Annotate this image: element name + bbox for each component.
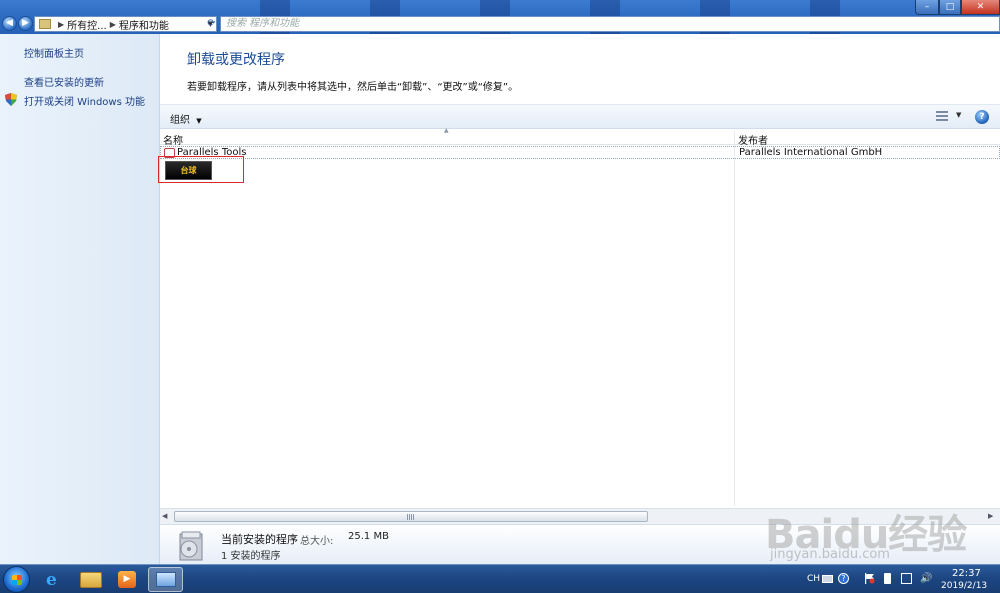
address-bar[interactable]: ▶ 所有控... ▶ 程序和功能 ▼ — [34, 16, 217, 32]
sidebar: 控制面板主页 查看已安装的更新 打开或关闭 Windows 功能 — [0, 34, 160, 564]
maximize-button[interactable]: □ — [939, 0, 961, 15]
main-panel: 卸载或更改程序 若要卸载程序，请从列表中将其选中，然后单击“卸载”、“更改”或“… — [158, 34, 1000, 564]
scrollbar-thumb[interactable] — [174, 511, 648, 522]
details-pane: 当前安装的程序 总大小: 25.1 MB 1 安装的程序 — [160, 524, 1000, 564]
minimize-button[interactable]: – — [915, 0, 939, 15]
column-header-publisher[interactable]: 发布者 — [738, 132, 768, 147]
internet-explorer-icon: e — [46, 570, 57, 590]
horizontal-scrollbar[interactable]: ◀ ▶ — [160, 508, 1000, 524]
refresh-icon[interactable]: ⟳ — [205, 17, 218, 30]
view-options-icon[interactable] — [936, 111, 948, 122]
forward-arrow-icon: ▶ — [22, 18, 29, 28]
column-header-row: ▲ 名称 发布者 — [160, 127, 1000, 147]
clock-date[interactable]: 2019/2/13 — [941, 581, 987, 591]
sidebar-item-view-installed-updates[interactable]: 查看已安装的更新 — [24, 74, 104, 89]
page-description: 若要卸载程序，请从列表中将其选中，然后单击“卸载”、“更改”或“修复”。 — [187, 82, 519, 93]
taskbar-internet-explorer[interactable]: e — [37, 567, 72, 592]
view-dropdown-icon[interactable]: ▼ — [956, 111, 961, 119]
breadcrumb-programs-features[interactable]: 程序和功能 — [119, 17, 169, 32]
annotation-highlight-box — [158, 156, 244, 183]
details-title: 当前安装的程序 — [221, 533, 298, 546]
sidebar-item-control-panel-home[interactable]: 控制面板主页 — [24, 45, 84, 60]
action-center-flag-icon[interactable] — [864, 573, 875, 584]
column-header-name[interactable]: 名称 — [163, 132, 183, 147]
battery-icon[interactable] — [884, 573, 891, 584]
details-size-value: 25.1 MB — [348, 531, 389, 542]
title-bar: ◀ ▶ ▶ 所有控... ▶ 程序和功能 ▼ ⟳ 搜索 程序和功能 – □ ✕ — [0, 0, 1000, 34]
uac-shield-icon — [5, 93, 17, 106]
sort-arrow-icon: ▲ — [444, 127, 449, 134]
breadcrumb-separator-icon: ▶ — [109, 19, 116, 29]
folder-icon — [80, 572, 102, 588]
forward-button[interactable]: ▶ — [18, 16, 33, 31]
chevron-down-icon: ▼ — [196, 117, 202, 125]
organize-label: 组织 — [170, 115, 190, 126]
table-row[interactable]: Parallels Tools Parallels International … — [160, 146, 1000, 159]
scroll-left-icon[interactable]: ◀ — [162, 512, 167, 520]
clock-time[interactable]: 22:37 — [952, 568, 981, 579]
program-publisher: Parallels International GmbH — [739, 147, 883, 158]
network-icon[interactable] — [901, 573, 912, 584]
breadcrumb-separator-icon: ▶ — [58, 19, 65, 29]
scroll-right-icon[interactable]: ▶ — [988, 512, 993, 520]
taskbar: e ▶ CH ? 🔊 22:37 2019/2/13 — [0, 564, 1000, 593]
folder-icon — [39, 19, 51, 29]
taskbar-control-panel[interactable] — [148, 567, 183, 592]
control-panel-icon — [156, 572, 176, 587]
close-button[interactable]: ✕ — [961, 0, 1000, 15]
command-bar: 组织 ▼ ▼ ? — [160, 104, 1000, 129]
taskbar-media-player[interactable]: ▶ — [110, 567, 145, 592]
organize-button[interactable]: 组织 ▼ — [170, 111, 202, 126]
details-count: 1 安装的程序 — [221, 551, 281, 562]
start-button[interactable] — [3, 566, 30, 593]
breadcrumb-all-control-panel[interactable]: 所有控... — [67, 17, 107, 32]
taskbar-file-explorer[interactable] — [74, 567, 109, 592]
keyboard-icon[interactable] — [822, 575, 833, 583]
back-arrow-icon: ◀ — [6, 18, 13, 28]
media-player-icon: ▶ — [118, 571, 136, 588]
windows-logo-icon — [12, 575, 22, 585]
page-title: 卸载或更改程序 — [187, 52, 285, 68]
scrollbar-grip — [407, 514, 415, 520]
help-icon[interactable]: ? — [975, 110, 989, 124]
tray-help-icon[interactable]: ? — [838, 573, 849, 584]
installed-programs-icon — [179, 531, 203, 561]
back-button[interactable]: ◀ — [2, 16, 17, 31]
language-indicator[interactable]: CH — [807, 574, 820, 584]
details-size-label: 总大小: — [300, 536, 334, 547]
volume-icon[interactable]: 🔊 — [920, 573, 932, 584]
sidebar-item-windows-features[interactable]: 打开或关闭 Windows 功能 — [24, 93, 145, 108]
column-divider — [734, 130, 735, 506]
search-input[interactable]: 搜索 程序和功能 — [220, 16, 1000, 32]
